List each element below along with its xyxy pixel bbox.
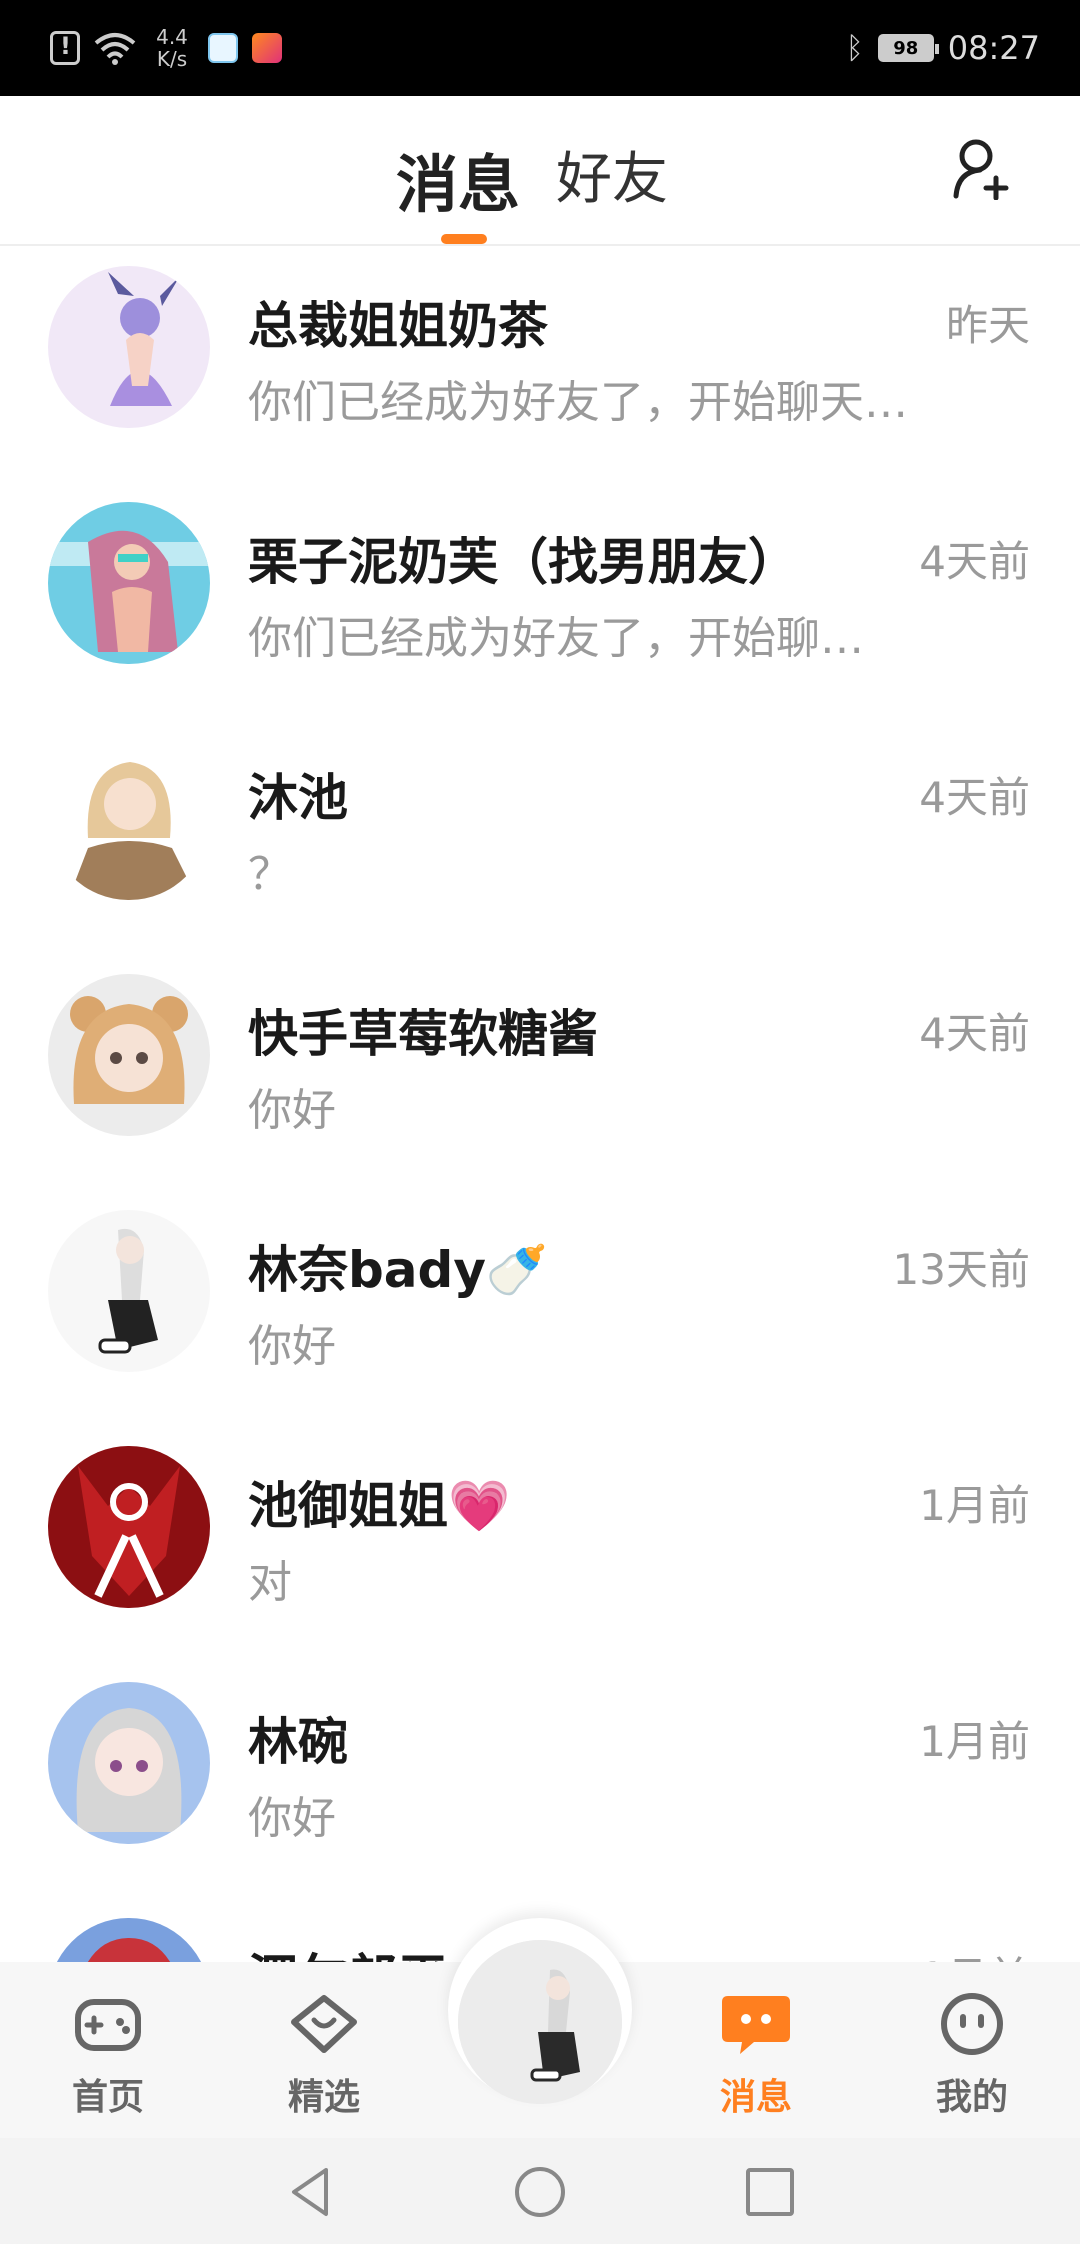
add-person-icon[interactable] — [952, 136, 1016, 200]
contact-name: 林奈bady🍼 — [248, 1230, 548, 1302]
status-right: ᛒ 98 08:27 — [846, 22, 1040, 74]
avatar[interactable] — [48, 502, 210, 664]
message-time: 昨天 — [945, 301, 1030, 350]
tab-label: 我的 — [935, 2077, 1008, 2118]
conversation-row[interactable]: 池御姐姐💗 对 1月前 — [0, 1426, 1080, 1662]
avatar[interactable] — [48, 1682, 210, 1844]
message-preview: 你好 — [248, 1321, 336, 1372]
tab-messages[interactable]: 消息 — [396, 134, 520, 224]
contact-name: 林碗 — [248, 1713, 348, 1771]
contact-name: 总裁姐姐奶茶 — [248, 297, 548, 355]
message-time: 4天前 — [919, 537, 1030, 586]
message-time: 4天前 — [919, 1009, 1030, 1058]
avatar[interactable] — [48, 738, 210, 900]
avatar[interactable] — [48, 1210, 210, 1372]
heart-emoji: 💗 — [448, 1477, 511, 1535]
center-avatar-button[interactable] — [458, 1940, 622, 2104]
conversation-row[interactable]: 林奈bady🍼 你好 13天前 — [0, 1190, 1080, 1426]
recents-icon[interactable] — [742, 2164, 798, 2220]
chat-bubble-icon — [722, 1996, 790, 2054]
home-icon[interactable] — [512, 2164, 568, 2220]
contact-name: 池御姐姐💗 — [248, 1466, 510, 1538]
baby-bottle-emoji: 🍼 — [485, 1241, 549, 1299]
conversation-row[interactable]: 总裁姐姐奶茶 你们已经成为好友了，开始聊天… 昨天 — [0, 246, 1080, 482]
gamepad-icon — [75, 1999, 141, 2051]
conversation-list: 总裁姐姐奶茶 你们已经成为好友了，开始聊天… 昨天 栗子泥奶芙（找男朋友） 你们… — [0, 246, 1080, 2134]
contact-name-text: 林奈bady — [248, 1241, 486, 1299]
conversation-row[interactable]: 林碗 你好 1月前 — [0, 1662, 1080, 1898]
conversation-row[interactable]: 栗子泥奶芙（找男朋友） 你们已经成为好友了，开始聊… 4天前 — [0, 482, 1080, 718]
status-bar: 4.4 K/s ᛒ 98 08:27 — [0, 0, 1080, 96]
message-time: 13天前 — [892, 1245, 1030, 1294]
message-preview: 你们已经成为好友了，开始聊… — [248, 613, 864, 664]
bluetooth-icon: ᛒ — [845, 30, 864, 66]
status-left: 4.4 K/s — [50, 22, 282, 74]
heart-shield-icon — [291, 1995, 357, 2053]
conversation-row[interactable]: 快手草莓软糖酱 你好 4天前 — [0, 954, 1080, 1190]
message-preview: 你好 — [248, 1085, 336, 1136]
smiley-icon — [941, 1993, 1003, 2055]
battery-icon: 98 — [877, 34, 939, 62]
message-time: 1月前 — [919, 1717, 1030, 1766]
battery-level: 98 — [893, 37, 919, 59]
kuaishou-notification-icon — [252, 33, 282, 63]
system-nav-bar — [0, 2138, 1080, 2244]
net-speed-unit: K/s — [156, 47, 188, 71]
contact-name: 沐池 — [248, 769, 348, 827]
app-notification-icon — [208, 33, 238, 63]
screen: 4.4 K/s ᛒ 98 08:27 消息 好友 — [0, 0, 1080, 2244]
header: 消息 好友 — [0, 96, 1080, 246]
message-preview: 你好 — [248, 1793, 336, 1844]
tab-me[interactable]: 我的 — [912, 1992, 1032, 2120]
contact-name: 栗子泥奶芙（找男朋友） — [248, 533, 798, 591]
clock: 08:27 — [947, 29, 1040, 67]
tab-label: 精选 — [287, 2077, 360, 2118]
net-speed-value: 4.4 — [156, 25, 188, 49]
tab-label: 消息 — [719, 2077, 792, 2118]
wifi-icon — [94, 33, 136, 65]
tab-home[interactable]: 首页 — [48, 1992, 168, 2120]
alert-icon — [50, 31, 80, 65]
active-tab-indicator — [441, 234, 487, 244]
back-icon[interactable] — [282, 2164, 338, 2220]
message-preview: 对 — [248, 1557, 292, 1608]
tab-featured[interactable]: 精选 — [264, 1992, 384, 2120]
message-time: 4天前 — [919, 773, 1030, 822]
message-preview: ？ — [248, 849, 292, 900]
tab-label: 首页 — [71, 2077, 144, 2118]
contact-name-text: 池御姐姐 — [248, 1477, 448, 1535]
avatar[interactable] — [48, 1446, 210, 1608]
tab-friends[interactable]: 好友 — [556, 134, 668, 215]
conversation-row[interactable]: 沐池 ？ 4天前 — [0, 718, 1080, 954]
tab-messages-nav[interactable]: 消息 — [696, 1992, 816, 2120]
avatar[interactable] — [48, 974, 210, 1136]
contact-name: 快手草莓软糖酱 — [248, 1005, 598, 1063]
net-speed: 4.4 K/s — [150, 26, 194, 70]
avatar[interactable] — [48, 266, 210, 428]
message-preview: 你们已经成为好友了，开始聊天… — [248, 377, 908, 428]
message-time: 1月前 — [919, 1481, 1030, 1530]
